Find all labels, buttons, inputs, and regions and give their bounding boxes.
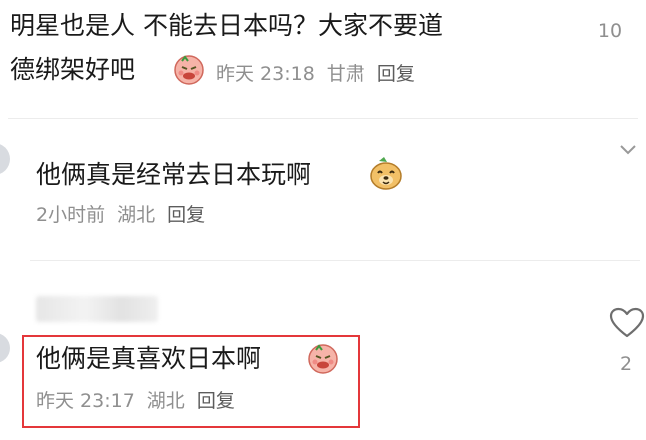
chevron-down-icon[interactable] [618, 143, 638, 157]
heart-icon[interactable] [609, 307, 645, 339]
divider-2 [30, 260, 640, 261]
avatar[interactable] [0, 143, 10, 175]
comment-2-time: 2小时前 [36, 204, 106, 226]
comment-1-text-line2: 德绑架好吧 [10, 53, 135, 87]
comment-3-reply-button[interactable]: 回复 [197, 386, 235, 413]
angry-face-emoji [308, 344, 338, 374]
comment-2-meta: 2小时前 湖北 回复 [36, 200, 217, 227]
avatar[interactable] [0, 333, 10, 363]
comment-1-time: 昨天 23:18 [216, 63, 315, 85]
comment-1-reply-button[interactable]: 回复 [377, 59, 415, 86]
comment-3-text: 他俩是真喜欢日本啊 [36, 344, 262, 373]
comment-1-meta: 昨天 23:18 甘肃 回复 [216, 59, 427, 86]
comment-3-time: 昨天 23:17 [36, 390, 135, 412]
comment-2-reply-button[interactable]: 回复 [167, 200, 205, 227]
comment-3-meta: 昨天 23:17 湖北 回复 [36, 386, 247, 413]
comment-3-location: 湖北 [146, 390, 185, 412]
angry-face-emoji [174, 55, 204, 85]
comment-1-text-line1: 明星也是人 不能去日本吗？大家不要道 [10, 11, 443, 40]
smiling-dog-emoji [370, 157, 402, 190]
comment-3-like-count: 2 [619, 353, 633, 375]
comment-1-location: 甘肃 [326, 63, 365, 85]
comment-2-text: 他俩真是经常去日本玩啊 [36, 160, 312, 189]
username-blurred[interactable] [36, 296, 158, 322]
divider-1 [8, 118, 638, 119]
comment-2-location: 湖北 [117, 204, 156, 226]
comment-1-text-line2-label: 德绑架好吧 [10, 55, 136, 84]
comment-1-like-count: 10 [597, 20, 623, 42]
